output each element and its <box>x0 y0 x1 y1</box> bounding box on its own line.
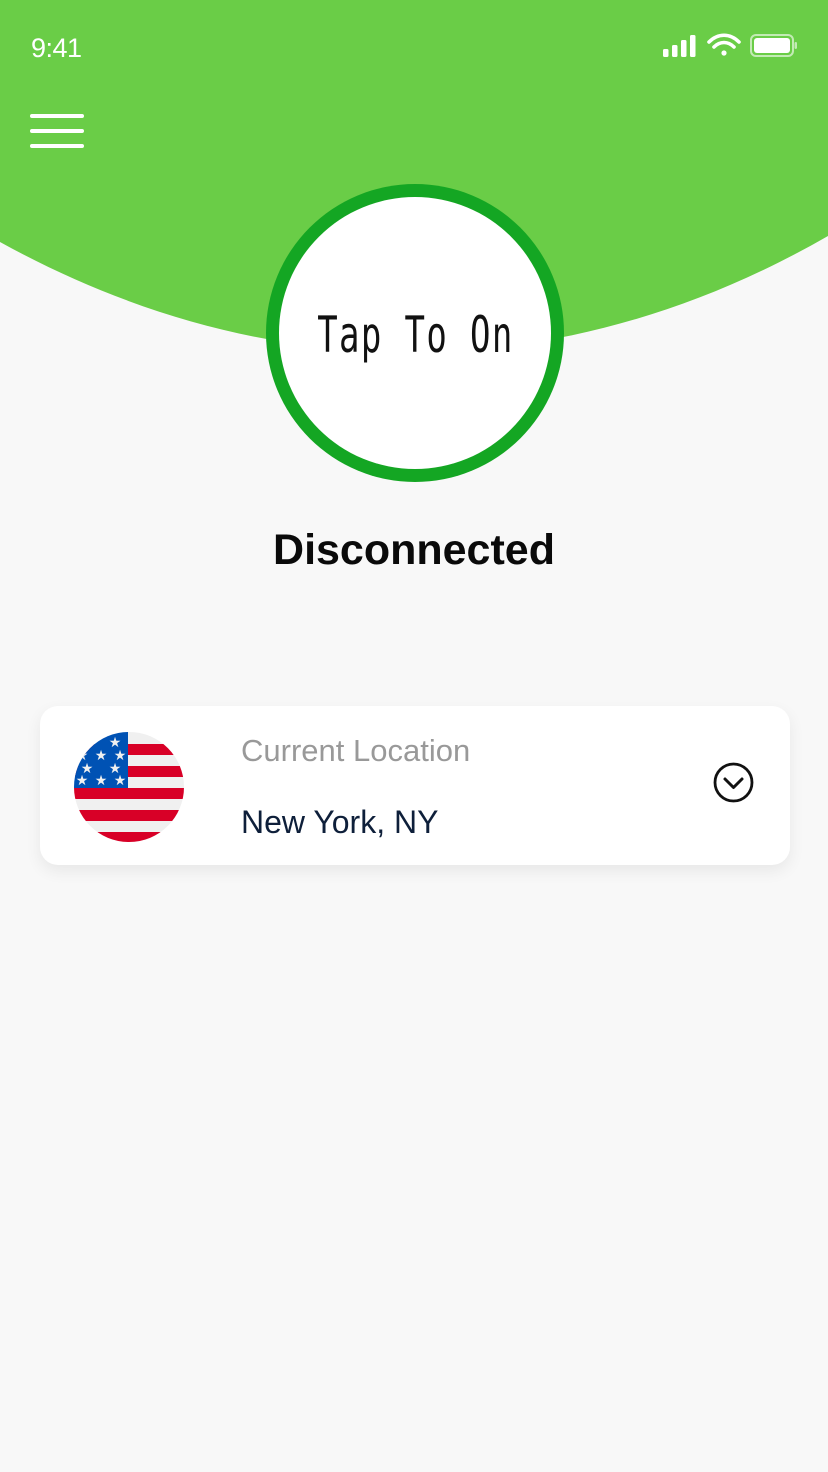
connection-status: Disconnected <box>273 526 555 574</box>
us-flag-icon: ★ ★ ★ ★ ★ ★ ★ ★ ★ ★ ★ <box>74 732 184 842</box>
location-caption: Current Location <box>241 733 471 768</box>
svg-text:★: ★ <box>95 748 108 764</box>
svg-text:★: ★ <box>95 773 108 789</box>
svg-text:★: ★ <box>76 773 89 789</box>
svg-text:★: ★ <box>95 732 108 739</box>
hamburger-menu-icon[interactable] <box>30 114 84 150</box>
power-button-face: Tap To On <box>279 197 551 469</box>
cellular-signal-icon <box>663 35 696 57</box>
status-icons <box>663 33 797 57</box>
status-bar: 9:41 <box>0 0 828 96</box>
power-toggle-button[interactable]: Tap To On <box>266 184 564 482</box>
power-button-label: Tap To On <box>316 306 514 364</box>
chevron-down-circle-icon[interactable] <box>713 762 754 803</box>
location-selector-card[interactable]: ★ ★ ★ ★ ★ ★ ★ ★ ★ ★ ★ Current Location N… <box>40 706 790 865</box>
battery-icon <box>750 34 797 57</box>
app-screen: 9:41 Tap To On Disconnected ★ ★ ★ ★ ★ ★ … <box>0 0 828 1472</box>
status-time: 9:41 <box>31 33 82 63</box>
location-value: New York, NY <box>241 804 439 840</box>
svg-text:★: ★ <box>81 735 94 751</box>
wifi-icon <box>707 33 741 56</box>
svg-text:★: ★ <box>114 773 127 789</box>
